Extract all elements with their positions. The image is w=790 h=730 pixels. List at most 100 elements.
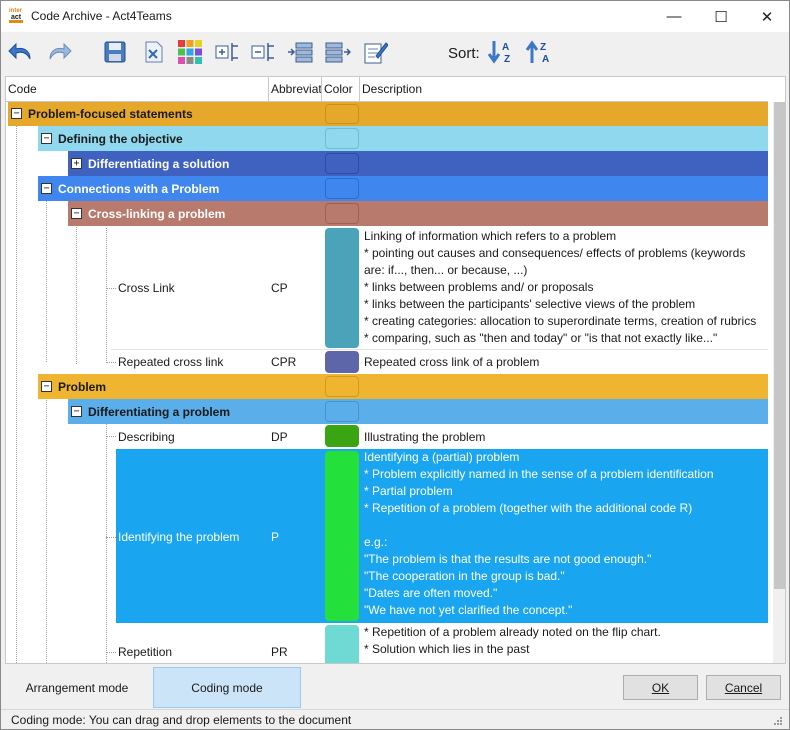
code-name: Repeated cross link [118, 355, 224, 369]
minimize-button[interactable]: — [651, 1, 697, 32]
collapse-all-button[interactable] [323, 38, 351, 66]
add-node-icon [215, 43, 238, 61]
sort-ascending-button[interactable]: A Z [487, 38, 515, 66]
code-color-swatch[interactable] [325, 351, 359, 373]
export-excel-button[interactable] [139, 38, 167, 66]
code-row[interactable]: Repeated cross link CPR Repeated cross l… [6, 350, 768, 374]
code-tree-grid: Code Abbreviat Color Description − Probl… [5, 76, 786, 664]
remove-code-button[interactable] [249, 38, 277, 66]
group-color-swatch[interactable] [325, 178, 359, 199]
code-archive-window: inter act Code Archive - Act4Teams — ☐ ✕ [0, 0, 790, 730]
expand-icon[interactable]: + [71, 158, 82, 169]
save-button[interactable] [101, 38, 129, 66]
group-label: Differentiating a solution [88, 157, 230, 171]
act4teams-logo-icon: inter act [9, 8, 23, 23]
vertical-scrollbar[interactable] [773, 102, 785, 663]
group-row[interactable]: − Connections with a Problem [6, 176, 768, 201]
group-row[interactable]: + Differentiating a solution [6, 151, 768, 176]
code-description: Linking of information which refers to a… [364, 228, 764, 347]
undo-icon [8, 42, 31, 60]
code-description: Identifying a (partial) problem * Proble… [364, 449, 764, 619]
description-line: are: if..., then... or because, ...) [364, 263, 528, 277]
description-line: * Problem explicitly named in the sense … [364, 467, 714, 481]
color-grid-icon [178, 40, 202, 64]
description-line: * pointing out causes and consequences/ … [364, 246, 746, 260]
group-color-swatch[interactable] [325, 104, 359, 124]
arrangement-mode-button[interactable]: Arrangement mode [1, 667, 153, 708]
code-name: Describing [118, 430, 175, 444]
group-row[interactable]: − Problem [6, 374, 768, 399]
group-color-swatch[interactable] [325, 203, 359, 224]
spreadsheet-icon [145, 41, 163, 63]
group-color-swatch[interactable] [325, 376, 359, 397]
column-header-description[interactable]: Description [360, 77, 768, 102]
scrollbar-thumb[interactable] [774, 102, 785, 589]
group-label: Problem [58, 380, 107, 394]
notepad-pencil-icon [364, 42, 388, 64]
sort-descending-icon: Z A [525, 40, 549, 65]
code-abbreviation: CPR [271, 355, 297, 369]
collapse-icon[interactable]: − [41, 133, 52, 144]
code-color-swatch[interactable] [325, 625, 359, 663]
code-row[interactable]: Cross Link CP Linking of information whi… [6, 226, 768, 350]
code-description: * Repetition of a problem already noted … [364, 624, 764, 658]
maximize-button[interactable]: ☐ [698, 1, 744, 32]
toolbar: Sort: A Z Z A [1, 32, 789, 74]
grid-rows: − Problem-focused statements − Defining … [6, 102, 768, 663]
code-row-selected[interactable]: Identifying the problem P Identifying a … [6, 449, 768, 623]
group-label: Cross-linking a problem [88, 207, 226, 221]
grid-header: Code Abbreviat Color Description [6, 77, 768, 102]
window-title: Code Archive - Act4Teams [31, 9, 172, 23]
color-palette-button[interactable] [176, 38, 204, 66]
group-color-swatch[interactable] [325, 401, 359, 422]
close-button[interactable]: ✕ [744, 1, 790, 32]
group-color-swatch[interactable] [325, 128, 359, 149]
sort-desc-top-letter: Z [540, 42, 546, 53]
code-color-swatch[interactable] [325, 425, 359, 447]
undo-button[interactable] [7, 38, 35, 66]
cancel-button[interactable]: Cancel [706, 675, 781, 700]
collapse-icon[interactable]: − [71, 406, 82, 417]
maximize-icon: ☐ [714, 8, 728, 26]
remove-node-icon [251, 43, 274, 61]
group-row[interactable]: − Differentiating a problem [6, 399, 768, 424]
collapse-all-icon [325, 42, 351, 63]
sort-asc-bottom-letter: Z [504, 54, 510, 65]
expand-all-icon [288, 42, 313, 63]
code-color-swatch[interactable] [325, 228, 359, 348]
edit-description-button[interactable] [361, 38, 389, 66]
column-header-color[interactable]: Color [322, 77, 360, 102]
column-header-abbreviation[interactable]: Abbreviat [269, 77, 322, 102]
sort-descending-button[interactable]: Z A [525, 38, 553, 66]
description-line: * Solution which lies in the past [364, 642, 530, 656]
minimize-icon: — [666, 8, 682, 25]
description-line: e.g.: [364, 535, 388, 549]
resize-grip-icon[interactable] [773, 716, 783, 726]
code-row[interactable]: Repetition PR * Repetition of a problem … [6, 623, 768, 663]
ok-button[interactable]: OK [623, 675, 698, 700]
expand-all-button[interactable] [287, 38, 315, 66]
sort-ascending-icon: A Z [487, 41, 510, 65]
description-line: Repeated cross link of a problem [364, 355, 540, 369]
redo-button[interactable] [45, 38, 73, 66]
code-color-swatch[interactable] [325, 451, 359, 621]
code-name: Cross Link [118, 281, 175, 295]
group-row[interactable]: − Cross-linking a problem [6, 201, 768, 226]
collapse-icon[interactable]: − [41, 381, 52, 392]
group-row[interactable]: − Defining the objective [6, 126, 768, 151]
group-row[interactable]: − Problem-focused statements [6, 102, 768, 126]
add-code-button[interactable] [213, 38, 241, 66]
column-header-code[interactable]: Code [6, 77, 269, 102]
group-color-swatch[interactable] [325, 153, 359, 174]
group-label: Problem-focused statements [28, 107, 193, 121]
description-line: "Dates are often moved." [364, 586, 498, 600]
collapse-icon[interactable]: − [11, 108, 22, 119]
description-line: Linking of information which refers to a… [364, 229, 617, 243]
coding-mode-button[interactable]: Coding mode [153, 667, 301, 708]
collapse-icon[interactable]: − [41, 183, 52, 194]
description-line: "The cooperation in the group is bad." [364, 569, 565, 583]
description-line: Illustrating the problem [364, 430, 486, 444]
description-line [364, 517, 764, 534]
collapse-icon[interactable]: − [71, 208, 82, 219]
code-row[interactable]: Describing DP Illustrating the problem [6, 424, 768, 449]
